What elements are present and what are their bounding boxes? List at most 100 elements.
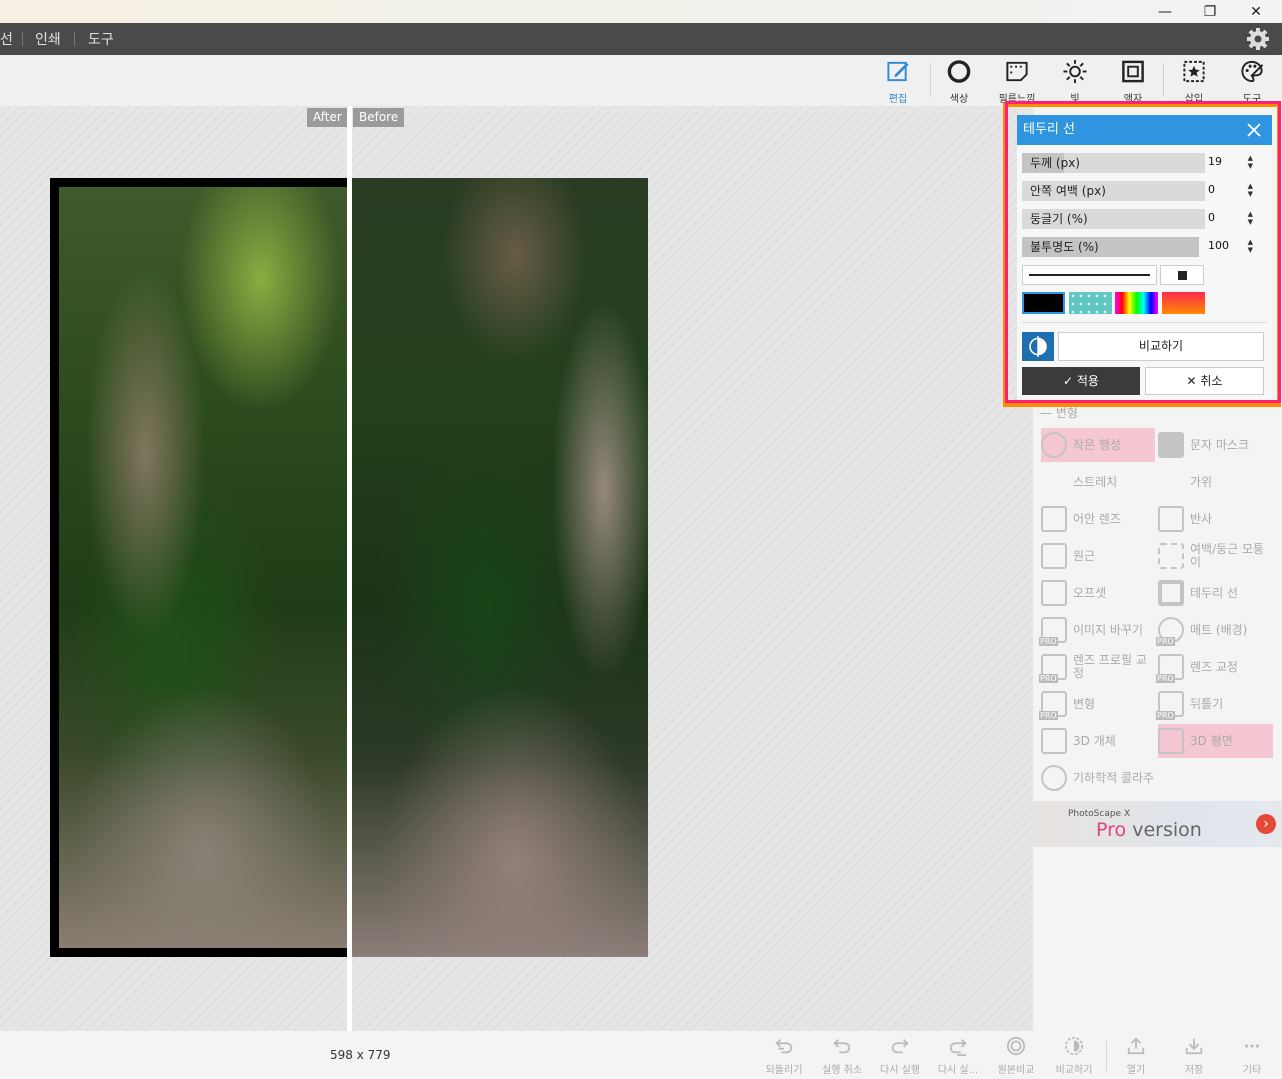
tool-label: 색상 xyxy=(949,94,969,105)
opacity-slider[interactable]: 불투명도 (%) xyxy=(1022,237,1199,257)
maximize-button[interactable]: ❐ xyxy=(1187,0,1233,23)
border-icon xyxy=(1158,580,1184,606)
color-circle-icon xyxy=(947,60,971,83)
compare-status-button[interactable]: 비교하기 xyxy=(1048,1036,1100,1076)
corner-style-select[interactable] xyxy=(1160,265,1204,285)
panel-item-transform[interactable]: 변형 xyxy=(1039,687,1155,721)
spin-arrows-icon[interactable]: ▲ ▼ xyxy=(1248,154,1253,170)
after-label: After xyxy=(307,108,348,127)
more-button[interactable]: 기타 xyxy=(1226,1036,1278,1076)
close-icon[interactable] xyxy=(1246,122,1262,138)
panel-item-label: 작은 행성 xyxy=(1073,437,1121,452)
opacity-stepper[interactable]: 100 ▲ ▼ xyxy=(1208,236,1253,256)
minimize-button[interactable]: — xyxy=(1142,0,1188,23)
menu-item-select[interactable]: 선 xyxy=(0,29,13,49)
spin-arrows-icon[interactable]: ▲ ▼ xyxy=(1248,210,1253,226)
thickness-stepper[interactable]: 19 ▲ ▼ xyxy=(1208,152,1253,172)
tool-tools[interactable]: 도구 xyxy=(1225,59,1279,105)
tool-light[interactable]: 빛 xyxy=(1048,59,1102,105)
spin-arrows-icon[interactable]: ▲ ▼ xyxy=(1248,182,1253,198)
inner-padding-slider[interactable]: 안쪽 여백 (px) xyxy=(1022,181,1205,201)
panel-item-label: 3D 개체 xyxy=(1073,733,1116,748)
lens-correction-icon xyxy=(1156,654,1184,683)
panel-item-margin[interactable]: 여백/둥근 모퉁이 xyxy=(1158,539,1272,573)
thickness-slider[interactable]: 두께 (px) xyxy=(1022,153,1205,173)
menu-item-tools[interactable]: 도구 xyxy=(88,29,114,49)
panel-item-border[interactable]: 테두리 선 xyxy=(1158,576,1272,610)
save-button[interactable]: 저장 xyxy=(1168,1036,1220,1076)
sun-icon xyxy=(1063,59,1087,84)
close-window-button[interactable]: ✕ xyxy=(1233,0,1279,23)
compare-label: 비교하기 xyxy=(1138,339,1184,353)
panel-item-lens-correction[interactable]: 렌즈 교정 xyxy=(1156,650,1272,684)
replace-image-icon xyxy=(1039,617,1067,646)
menu-bar: 선 인쇄 도구 xyxy=(0,23,1282,55)
undo-button[interactable]: 실행 취소 xyxy=(816,1036,868,1076)
gear-icon[interactable] xyxy=(1246,27,1270,51)
tool-insert[interactable]: 삽입 xyxy=(1167,59,1221,105)
panel-item-scissors[interactable]: 가위 xyxy=(1158,465,1272,499)
tool-edit[interactable]: 편집 xyxy=(871,59,925,105)
redo-button[interactable]: 다시 실행 xyxy=(874,1036,926,1076)
panel-item-tiny-planet[interactable]: 작은 행성 xyxy=(1041,428,1155,462)
original-compare-button[interactable]: 원본비교 xyxy=(990,1036,1042,1076)
swatch-black[interactable] xyxy=(1022,292,1065,314)
warp-icon xyxy=(1156,691,1184,720)
tool-film[interactable]: 필름느낌 xyxy=(990,59,1044,105)
tool-color[interactable]: 색상 xyxy=(932,59,986,105)
tool-frame[interactable]: 액자 xyxy=(1106,59,1160,105)
insert-star-icon xyxy=(1183,60,1205,83)
panel-item-reflect[interactable]: 반사 xyxy=(1158,502,1272,536)
open-button[interactable]: 열기 xyxy=(1110,1036,1162,1076)
status-separator xyxy=(1106,1041,1107,1071)
revert-button[interactable]: 되돌리기 xyxy=(758,1036,810,1076)
swatch-rainbow[interactable] xyxy=(1115,292,1158,314)
panel-item-label: 이미지 바꾸기 xyxy=(1073,622,1144,637)
panel-item-lens-profile[interactable]: 렌즈 프로필 교정 xyxy=(1039,650,1155,684)
before-label: Before xyxy=(353,108,405,127)
menu-item-print[interactable]: 인쇄 xyxy=(35,29,61,49)
compare-toggle-button[interactable] xyxy=(1022,332,1054,361)
apply-button[interactable]: ✓ 적용 xyxy=(1022,367,1140,395)
inner-padding-stepper[interactable]: 0 ▲ ▼ xyxy=(1208,180,1253,200)
panel-item-offset[interactable]: 오프셋 xyxy=(1041,576,1155,610)
swatch-red-orange[interactable] xyxy=(1162,292,1205,314)
margin-icon xyxy=(1158,543,1184,569)
panel-item-3d-object[interactable]: 3D 개체 xyxy=(1041,724,1155,758)
cancel-button[interactable]: ✕ 취소 xyxy=(1145,367,1264,395)
roundness-stepper[interactable]: 0 ▲ ▼ xyxy=(1208,208,1253,228)
scissors-icon xyxy=(1158,469,1184,495)
plane-icon xyxy=(1158,728,1184,754)
dialog-title: 테두리 선 xyxy=(1017,115,1272,145)
promo-title: Pro version xyxy=(1096,819,1202,841)
film-icon xyxy=(1006,61,1028,82)
roundness-slider[interactable]: 둥글기 (%) xyxy=(1022,209,1205,229)
redo-all-icon xyxy=(949,1038,967,1056)
redo-all-button[interactable]: 다시 실... xyxy=(932,1036,984,1076)
image-canvas[interactable]: After Before xyxy=(0,106,1033,1031)
arrow-right-icon[interactable]: › xyxy=(1256,814,1276,834)
promo-brand: PhotoScape X xyxy=(1068,809,1131,819)
swatch-teal-dots[interactable] xyxy=(1069,292,1112,314)
panel-item-fisheye[interactable]: 어안 렌즈 xyxy=(1041,502,1155,536)
revert-icon xyxy=(775,1038,793,1054)
panel-item-replace-image[interactable]: 이미지 바꾸기 xyxy=(1039,613,1155,647)
section-title: 변형 xyxy=(1055,406,1078,420)
stepper-value: 0 xyxy=(1208,183,1215,196)
fisheye-icon xyxy=(1041,506,1067,532)
panel-item-3d-plane[interactable]: 3D 평면 xyxy=(1158,724,1273,758)
line-style-select[interactable] xyxy=(1022,265,1157,285)
panel-item-perspective[interactable]: 원근 xyxy=(1041,539,1155,573)
panel-item-geometric-collage[interactable]: 기하학적 콜라주 xyxy=(1041,761,1155,795)
apply-label: 적용 xyxy=(1076,374,1099,388)
panel-item-warp[interactable]: 뒤틀기 xyxy=(1156,687,1272,721)
slider-label: 안쪽 여백 (px) xyxy=(1030,184,1106,198)
compare-button[interactable]: 비교하기 xyxy=(1058,332,1264,361)
image-dimensions: 598 x 779 xyxy=(330,1048,391,1062)
panel-item-matte[interactable]: 매트 (배경) xyxy=(1156,613,1272,647)
panel-item-text-mask[interactable]: 문자 마스크 xyxy=(1158,428,1272,462)
tool-label: 편집 xyxy=(888,94,908,105)
pro-version-banner[interactable]: PhotoScape X Pro version › xyxy=(1033,801,1282,847)
spin-arrows-icon[interactable]: ▲ ▼ xyxy=(1248,238,1253,254)
panel-item-stretch[interactable]: 스트레치 xyxy=(1041,465,1155,499)
